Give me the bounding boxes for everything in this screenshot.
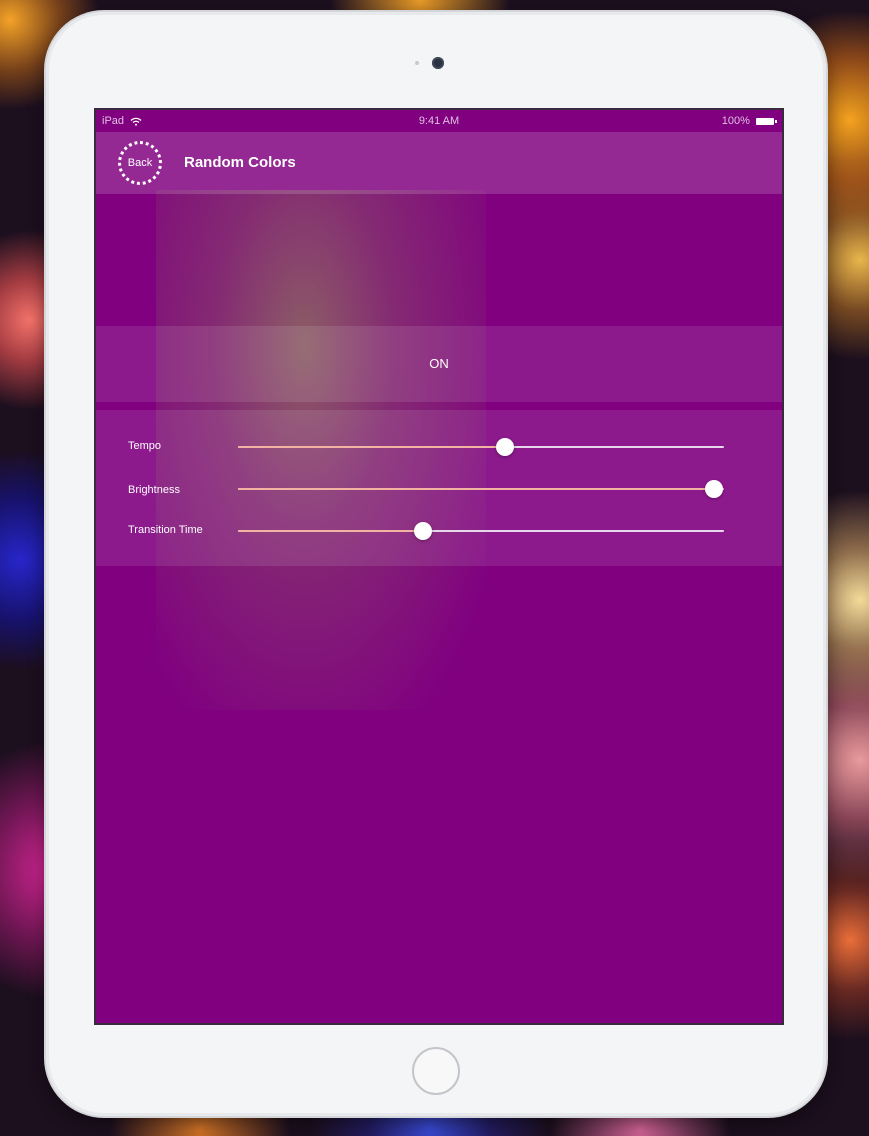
brightness-slider-fill — [238, 488, 715, 490]
on-toggle-label: ON — [429, 356, 449, 371]
transition-time-slider[interactable] — [238, 522, 724, 540]
ipad-frame: iPad 9:41 AM 100% Back Random Colors ON — [46, 12, 826, 1116]
page-title: Random Colors — [184, 154, 296, 171]
on-toggle-button[interactable]: ON — [96, 326, 782, 402]
nav-bar: Back Random Colors — [96, 132, 782, 194]
tempo-slider[interactable] — [238, 438, 724, 456]
tempo-slider-fill — [238, 446, 506, 448]
transition-time-label: Transition Time — [128, 524, 203, 536]
screen: iPad 9:41 AM 100% Back Random Colors ON — [94, 108, 784, 1025]
sensor-dot — [415, 61, 419, 65]
brightness-label: Brightness — [128, 484, 180, 496]
status-bar: iPad 9:41 AM 100% — [96, 110, 782, 132]
front-camera — [432, 57, 444, 69]
battery-percent: 100% — [721, 115, 750, 127]
transition-time-slider-thumb[interactable] — [413, 522, 432, 540]
home-button[interactable] — [412, 1047, 460, 1095]
brightness-slider[interactable] — [238, 480, 724, 498]
tempo-slider-thumb[interactable] — [496, 438, 515, 456]
tempo-label: Tempo — [128, 440, 162, 452]
status-right: 100% — [721, 115, 777, 127]
slider-panel: Tempo Brightness Transition Time — [96, 410, 782, 566]
transition-time-slider-fill — [238, 530, 423, 532]
battery-icon — [756, 117, 777, 125]
status-time: 9:41 AM — [418, 115, 460, 127]
brightness-slider-thumb[interactable] — [705, 480, 724, 498]
back-button[interactable]: Back — [118, 141, 162, 185]
